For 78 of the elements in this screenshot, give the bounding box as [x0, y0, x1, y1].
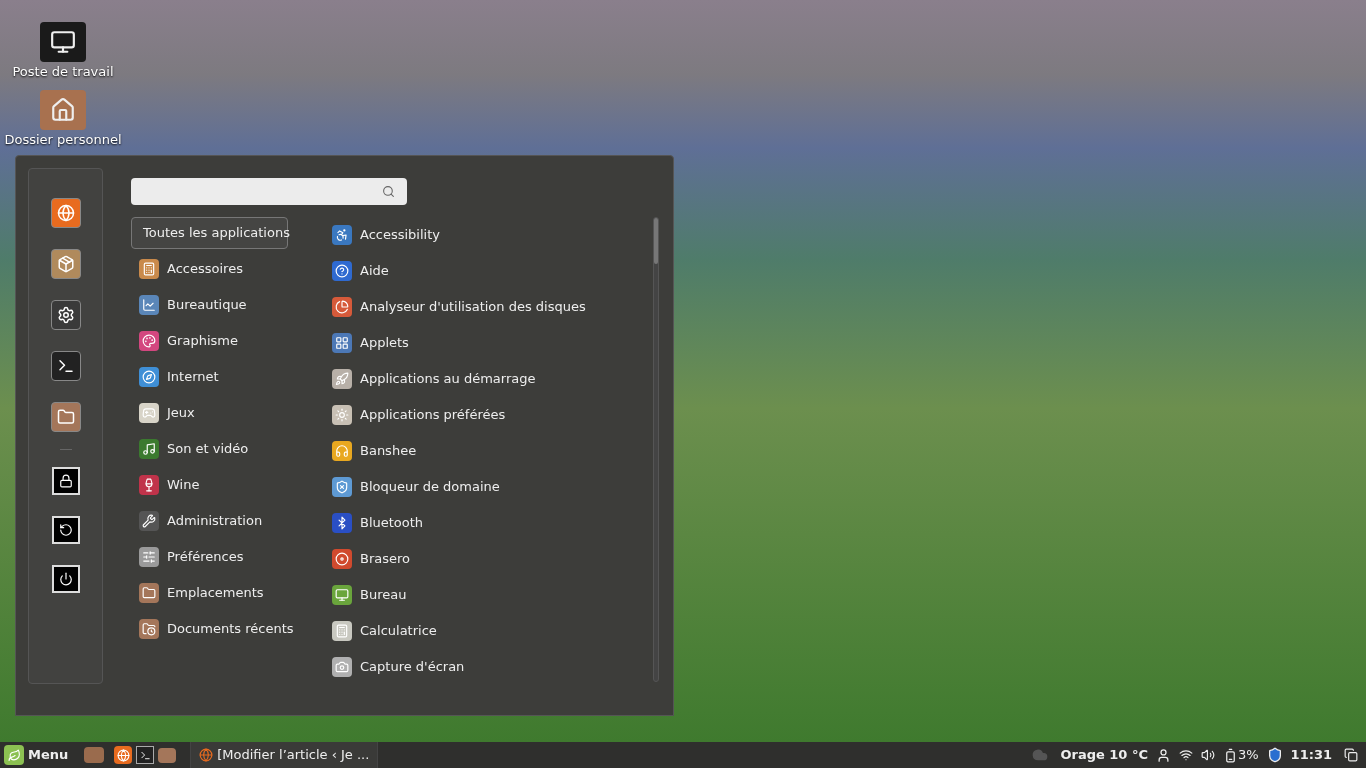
gear-icon[interactable]: [50, 300, 81, 330]
application-item[interactable]: Analyseur d'utilisation des disques: [327, 291, 653, 323]
window-button[interactable]: [Modifier l’article ‹ Je ...: [190, 742, 379, 768]
clock[interactable]: 11:31: [1290, 745, 1332, 765]
category-item[interactable]: Graphisme: [131, 325, 327, 357]
category-item[interactable]: Préférences: [131, 541, 327, 573]
category-item[interactable]: Toutes les applications: [131, 217, 288, 249]
chart-icon: [139, 295, 159, 315]
accessibility-icon: [332, 225, 352, 245]
application-item[interactable]: Applications préférées: [327, 399, 653, 431]
gamepad-icon: [139, 403, 159, 423]
application-item[interactable]: Banshee: [327, 435, 653, 467]
help-icon: [332, 261, 352, 281]
menu-button[interactable]: Menu: [0, 742, 73, 768]
monitor-icon[interactable]: [40, 22, 86, 62]
rocket-icon: [332, 369, 352, 389]
application-item[interactable]: Bloqueur de domaine: [327, 471, 653, 503]
globe-icon: [199, 748, 214, 762]
terminal-icon[interactable]: [50, 351, 81, 381]
power-icon[interactable]: [51, 565, 80, 593]
category-item[interactable]: Accessoires: [131, 253, 327, 285]
battery-icon[interactable]: [1223, 747, 1238, 763]
category-item[interactable]: Internet: [131, 361, 327, 393]
application-item[interactable]: Applets: [327, 327, 653, 359]
globe-icon[interactable]: [50, 198, 81, 228]
category-item[interactable]: Bureautique: [131, 289, 327, 321]
chart-icon: [332, 297, 352, 317]
wrench-icon: [139, 511, 159, 531]
leaf-logo-icon: [4, 745, 24, 765]
package-icon[interactable]: [50, 249, 81, 279]
globe-icon[interactable]: [114, 746, 133, 764]
category-item[interactable]: Jeux: [131, 397, 327, 429]
category-item[interactable]: Son et vidéo: [131, 433, 327, 465]
battery-percent: 3%: [1238, 746, 1259, 765]
application-item[interactable]: Capture d'écran: [327, 651, 653, 683]
desktop-icon-label[interactable]: Dossier personnel: [4, 129, 122, 149]
user-icon[interactable]: [1156, 747, 1171, 763]
application-item[interactable]: Brasero: [327, 543, 653, 575]
home-folder-icon[interactable]: [40, 89, 86, 130]
monitor-icon: [332, 585, 352, 605]
volume-icon[interactable]: [1201, 748, 1215, 762]
compass-icon: [139, 367, 159, 387]
scrollbar[interactable]: [653, 217, 659, 682]
folder-icon: [139, 583, 159, 603]
search-icon: [382, 185, 395, 198]
category-item[interactable]: Administration: [131, 505, 327, 537]
windows-icon[interactable]: [1344, 748, 1358, 762]
folder-clock-icon: [139, 619, 159, 639]
headphones-icon: [332, 441, 352, 461]
shield-icon[interactable]: [1266, 747, 1283, 763]
disc-icon: [332, 549, 352, 569]
application-item[interactable]: Applications au démarrage: [327, 363, 653, 395]
lock-icon[interactable]: [51, 467, 80, 495]
folder-icon[interactable]: [50, 402, 81, 432]
application-item[interactable]: Bluetooth: [327, 507, 653, 539]
palette-icon: [139, 331, 159, 351]
application-item[interactable]: Accessibility: [327, 219, 653, 251]
application-item[interactable]: Calculatrice: [327, 615, 653, 647]
application-item[interactable]: Bureau: [327, 579, 653, 611]
category-item[interactable]: Wine: [131, 469, 327, 501]
desktop-icon-label[interactable]: Poste de travail: [12, 62, 114, 82]
calculator-icon: [332, 621, 352, 641]
camera-icon: [332, 657, 352, 677]
calculator-icon: [139, 259, 159, 279]
music-note-icon: [139, 439, 159, 459]
sun-icon: [332, 405, 352, 425]
category-item[interactable]: Emplacements: [131, 577, 327, 609]
wifi-icon[interactable]: [1179, 748, 1193, 762]
sliders-icon: [139, 547, 159, 567]
bluetooth-icon: [332, 513, 352, 533]
terminal-icon[interactable]: [136, 746, 155, 764]
search-field[interactable]: [131, 178, 407, 205]
logout-icon[interactable]: [51, 516, 80, 544]
weather-text[interactable]: Orage 10 °C: [1060, 745, 1148, 765]
category-item[interactable]: Documents récents: [131, 613, 327, 645]
grid-icon: [332, 333, 352, 353]
application-item[interactable]: Aide: [327, 255, 653, 287]
shield-icon: [332, 477, 352, 497]
